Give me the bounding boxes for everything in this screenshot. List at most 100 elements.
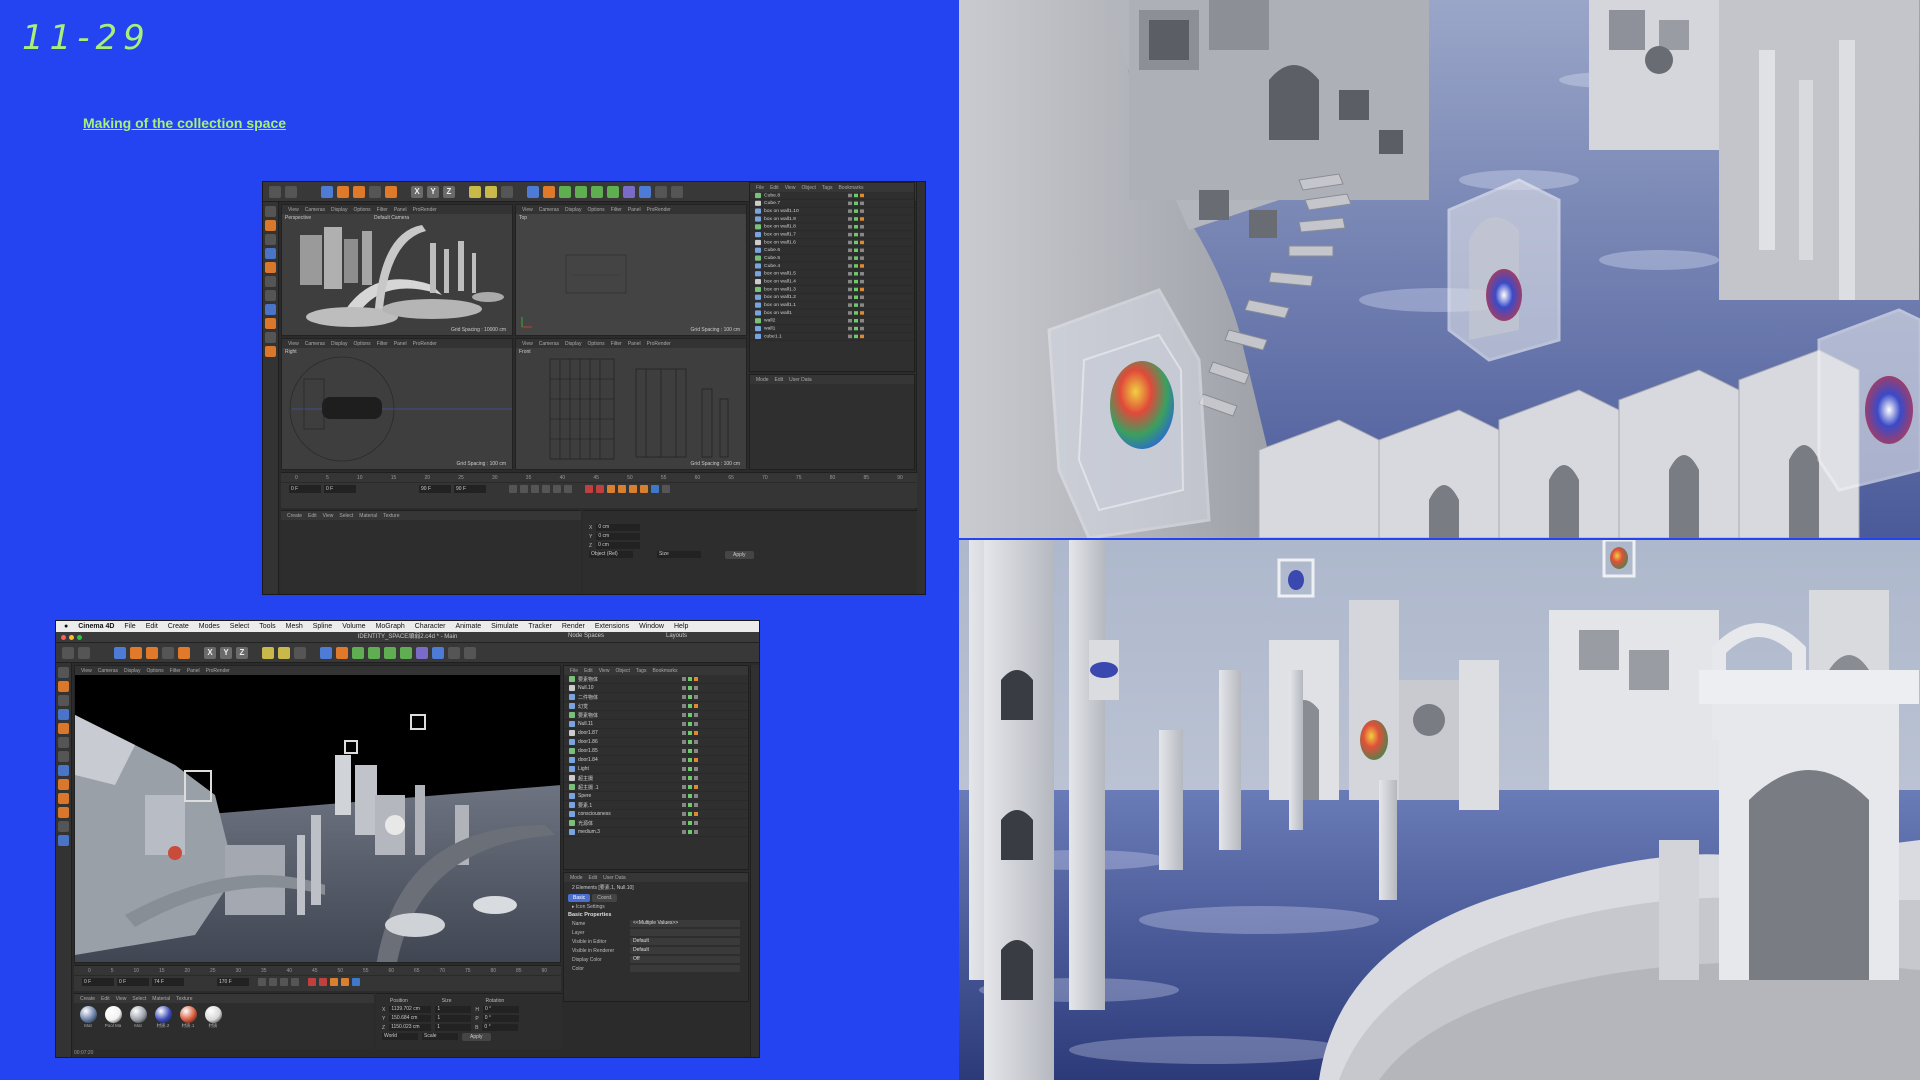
object-flags[interactable] (682, 776, 698, 780)
paint-icon[interactable] (265, 346, 276, 357)
cube-icon[interactable] (527, 185, 539, 198)
viewport-perspective[interactable]: View Cameras Display Options Filter Pane… (74, 665, 561, 963)
am-menu-edit[interactable]: Edit (775, 377, 784, 383)
cloner-icon[interactable] (575, 185, 587, 198)
visibility-dot[interactable] (682, 776, 686, 780)
visibility-dot[interactable] (848, 193, 852, 198)
object-flags[interactable] (848, 240, 864, 245)
pos-z-field[interactable]: 0 cm (596, 542, 641, 549)
check-icon[interactable] (688, 677, 692, 681)
live-select-icon[interactable] (369, 185, 381, 198)
object-row[interactable]: box on wall1.5 (750, 270, 914, 279)
points-mode-icon[interactable] (265, 220, 276, 231)
visibility-dot[interactable] (848, 264, 852, 268)
om-menu-edit[interactable]: Edit (584, 668, 593, 674)
mm-menu-edit[interactable]: Edit (101, 996, 110, 1002)
object-row[interactable]: 超主摄 (564, 774, 748, 783)
position-field[interactable]: 1150.023 cm (389, 1024, 432, 1031)
object-flags[interactable] (848, 295, 864, 300)
tag-icon[interactable] (694, 704, 698, 708)
visibility-dot[interactable] (848, 295, 852, 300)
go-to-end-icon[interactable] (564, 485, 572, 493)
object-row[interactable]: box on wall1.7 (750, 231, 914, 239)
vp-menu-display[interactable]: Display (124, 668, 140, 674)
tag-icon[interactable] (860, 334, 864, 339)
check-icon[interactable] (688, 776, 692, 780)
close-window-icon[interactable] (61, 635, 66, 640)
viewport-front[interactable]: View Cameras Display Options Filter Pane… (515, 338, 747, 470)
object-flags[interactable] (848, 217, 864, 221)
key-param-icon[interactable] (352, 978, 360, 986)
polygons-mode-icon[interactable] (265, 248, 276, 259)
s-tool-icon[interactable] (265, 318, 276, 329)
next-key-icon[interactable] (553, 485, 561, 493)
mac-menu-item[interactable]: Create (168, 623, 189, 630)
viewport-right[interactable]: View Cameras Display Options Filter Pane… (281, 338, 513, 470)
mac-menu-item[interactable]: Window (639, 623, 664, 630)
y-axis-icon[interactable]: Y (427, 185, 439, 198)
scale-tool-icon[interactable] (337, 185, 349, 198)
key-rotation-icon[interactable] (640, 485, 648, 493)
coord-mode-select[interactable]: World (382, 1033, 418, 1040)
object-row[interactable]: 光源体 (564, 819, 748, 828)
viewport-top[interactable]: View Cameras Display Options Filter Pane… (515, 204, 747, 336)
check-icon[interactable] (854, 334, 858, 339)
mac-menu-item[interactable]: Select (230, 623, 249, 630)
tag-icon[interactable] (860, 248, 864, 253)
z-axis-icon[interactable]: Z (443, 185, 455, 198)
tag-icon[interactable] (694, 722, 698, 726)
size-field[interactable]: 1 (435, 1024, 472, 1031)
visibility-dot[interactable] (682, 677, 686, 681)
timeline-ruler[interactable]: 0 5 10 15 20 25 30 35 40 45 50 55 60 65 70 75 80 85 90 (74, 966, 561, 976)
model-mode-icon[interactable] (265, 262, 276, 273)
object-flags[interactable] (682, 794, 698, 798)
object-flags[interactable] (848, 248, 864, 253)
object-row[interactable]: Cube.4 (750, 262, 914, 271)
visibility-dot[interactable] (682, 749, 686, 753)
attr-value-field[interactable] (630, 965, 740, 972)
start-frame-field[interactable]: 0 F (289, 485, 321, 493)
key-scale-icon[interactable] (341, 978, 349, 986)
redo-icon[interactable] (285, 185, 297, 198)
apply-button[interactable]: Apply (462, 1032, 491, 1041)
tag-icon[interactable] (694, 776, 698, 780)
tag-icon[interactable] (860, 287, 864, 292)
mac-menu-item[interactable]: Spline (313, 623, 332, 630)
object-row[interactable]: cube1.1 (750, 333, 914, 341)
timeline[interactable]: 0 5 10 15 20 25 30 35 40 45 50 55 60 65 70 75 80 85 90 0 F… (74, 965, 561, 991)
visibility-dot[interactable] (848, 217, 852, 221)
object-row[interactable]: door1.86 (564, 738, 748, 747)
vp-menu-cameras[interactable]: Cameras (98, 668, 118, 674)
om-menu-tags[interactable]: Tags (822, 185, 833, 191)
am-menu-edit[interactable]: Edit (589, 875, 598, 881)
object-row[interactable]: Cube.6 (750, 247, 914, 255)
tag-icon[interactable] (860, 193, 864, 198)
render-settings-icon[interactable] (294, 646, 306, 659)
tab-basic[interactable]: Basic (568, 894, 591, 902)
check-icon[interactable] (688, 821, 692, 825)
polygons-mode-icon[interactable] (58, 709, 69, 720)
preview-end-field[interactable]: 90 F (454, 485, 486, 493)
rotation-field[interactable]: 0 ° (482, 1024, 519, 1031)
object-row[interactable]: box on wall1.4 (750, 278, 914, 286)
mac-menu-item[interactable]: Cinema 4D (78, 623, 114, 630)
tag-icon[interactable] (860, 201, 864, 206)
check-icon[interactable] (854, 303, 858, 307)
apply-button[interactable]: Apply (725, 550, 754, 559)
attr-value-field[interactable]: <<Multiple Values>> (630, 920, 740, 927)
end-frame-field[interactable]: 74 F (152, 978, 184, 986)
floor-icon[interactable] (655, 185, 667, 198)
mm-menu-view[interactable]: View (116, 996, 127, 1002)
object-flags[interactable] (682, 821, 698, 825)
object-row[interactable]: 要素.1 (564, 801, 748, 810)
redo-icon[interactable] (78, 646, 90, 659)
object-flags[interactable] (682, 686, 698, 690)
mac-menu-item[interactable]: Help (674, 623, 688, 630)
object-flags[interactable] (682, 677, 698, 681)
visibility-dot[interactable] (682, 767, 686, 771)
tag-icon[interactable] (860, 217, 864, 221)
object-row[interactable]: 超主摄 .1 (564, 783, 748, 792)
check-icon[interactable] (854, 272, 858, 276)
object-row[interactable]: medium.3 (564, 828, 748, 837)
object-row[interactable]: door1.85 (564, 747, 748, 756)
